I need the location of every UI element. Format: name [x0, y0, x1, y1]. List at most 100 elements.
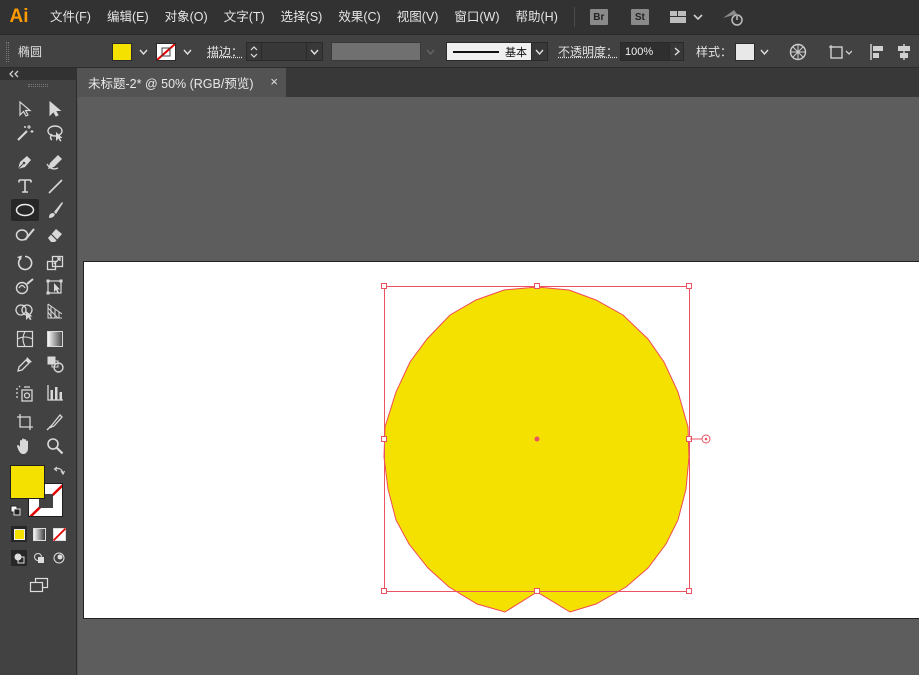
brush-stroke-preview: [453, 50, 499, 53]
shaper-tool[interactable]: [12, 224, 38, 246]
menu-effect[interactable]: 效果(C): [330, 0, 388, 34]
gradient-mode-icon: [32, 527, 46, 541]
selection-tool[interactable]: [12, 98, 38, 120]
canvas[interactable]: [78, 97, 919, 675]
brush-definition-field[interactable]: 基本: [446, 42, 532, 61]
draw-normal-button[interactable]: [11, 550, 27, 566]
document-tab-bar: 未标题-2* @ 50% (RGB/预览) ×: [78, 68, 919, 97]
color-mode-button[interactable]: [11, 526, 27, 542]
document-tab[interactable]: 未标题-2* @ 50% (RGB/预览) ×: [78, 68, 286, 97]
align-center-icon[interactable]: [896, 35, 912, 68]
bridge-button[interactable]: Br: [589, 9, 608, 25]
mesh-tool[interactable]: [12, 328, 38, 350]
graphic-style-swatch[interactable]: [735, 42, 755, 61]
resize-handle-bottom-left[interactable]: [381, 588, 387, 594]
curvature-tool[interactable]: [42, 151, 68, 173]
stroke-weight-stepper-icon[interactable]: [246, 42, 262, 61]
direct-selection-tool[interactable]: [42, 98, 68, 120]
stroke-weight-input[interactable]: [262, 42, 307, 61]
collapse-panel-icon[interactable]: [8, 69, 24, 79]
stock-button[interactable]: St: [630, 9, 649, 25]
rotate-tool[interactable]: [12, 252, 38, 274]
swap-fill-stroke-icon[interactable]: [53, 465, 66, 480]
chevron-down-icon[interactable]: [180, 43, 194, 61]
magic-wand-tool[interactable]: [12, 122, 38, 144]
ellipse-tool[interactable]: [11, 199, 39, 221]
menu-bar: Ai 文件(F) 编辑(E) 对象(O) 文字(T) 选择(S) 效果(C) 视…: [0, 0, 919, 34]
eraser-tool[interactable]: [42, 224, 68, 246]
menu-select[interactable]: 选择(S): [273, 0, 331, 34]
menu-type[interactable]: 文字(T): [216, 0, 273, 34]
hand-tool[interactable]: [12, 435, 38, 457]
column-graph-tool[interactable]: [42, 382, 68, 404]
control-bar: 椭圆 描边： 基本 不透明度： 100% 样式：: [0, 34, 919, 68]
tools-panel-grip[interactable]: [28, 84, 48, 87]
type-tool[interactable]: [12, 175, 38, 197]
slice-tool[interactable]: [42, 411, 68, 433]
scale-tool[interactable]: [42, 252, 68, 274]
stroke-swatch[interactable]: [156, 42, 176, 61]
center-point: [534, 436, 540, 442]
recolor-artwork-icon[interactable]: [789, 35, 807, 68]
blend-tool[interactable]: [42, 353, 68, 375]
resize-handle-top-left[interactable]: [381, 283, 387, 289]
eyedropper-tool[interactable]: [12, 353, 38, 375]
resize-handle-top-right[interactable]: [686, 283, 692, 289]
chevron-down-icon: [423, 43, 437, 61]
chevron-down-icon[interactable]: [307, 42, 323, 61]
menu-help[interactable]: 帮助(H): [508, 0, 566, 34]
perspective-grid-tool[interactable]: [42, 300, 68, 322]
menu-object[interactable]: 对象(O): [157, 0, 216, 34]
menu-view[interactable]: 视图(V): [389, 0, 447, 34]
chevron-down-icon[interactable]: [532, 42, 548, 61]
artboard-tool[interactable]: [12, 411, 38, 433]
paintbrush-tool[interactable]: [42, 199, 68, 221]
menu-edit[interactable]: 编辑(E): [99, 0, 157, 34]
gradient-mode-button[interactable]: [31, 526, 47, 542]
screen-mode-button[interactable]: [28, 576, 50, 594]
tools-panel: [0, 80, 77, 675]
free-transform-tool[interactable]: [42, 276, 68, 298]
gpu-sync-icon[interactable]: [722, 8, 744, 26]
align-left-icon[interactable]: [869, 35, 885, 68]
transform-icon[interactable]: [828, 35, 852, 68]
pen-tool[interactable]: [12, 151, 38, 173]
draw-behind-button[interactable]: [31, 550, 47, 566]
close-icon[interactable]: ×: [270, 74, 278, 89]
menu-window[interactable]: 窗口(W): [446, 0, 507, 34]
brush-style-name: 基本: [505, 46, 527, 59]
tools-panel-header: [0, 68, 77, 80]
resize-handle-bottom-right[interactable]: [686, 588, 692, 594]
opacity-label[interactable]: 不透明度：: [558, 43, 618, 60]
chevron-down-icon[interactable]: [693, 13, 703, 21]
default-fill-stroke-icon[interactable]: [10, 505, 22, 520]
menu-file[interactable]: 文件(F): [42, 0, 99, 34]
shape-builder-tool[interactable]: [12, 300, 38, 322]
variable-width-profile[interactable]: [331, 42, 421, 61]
draw-inside-icon: [53, 552, 65, 564]
draw-normal-icon: [14, 553, 25, 564]
resize-handle-bottom[interactable]: [534, 588, 540, 594]
gradient-tool[interactable]: [42, 328, 68, 350]
chevron-down-icon[interactable]: [136, 43, 150, 61]
opacity-input[interactable]: 100%: [620, 42, 670, 61]
fill-swatch[interactable]: [112, 42, 132, 61]
zoom-tool[interactable]: [42, 435, 68, 457]
workspace-layout-icon[interactable]: [669, 11, 686, 23]
resize-handle-top[interactable]: [534, 283, 540, 289]
yellow-circle[interactable]: [383, 286, 690, 613]
resize-handle-left[interactable]: [381, 436, 387, 442]
none-mode-button[interactable]: [51, 526, 67, 542]
chevron-down-icon[interactable]: [757, 43, 771, 61]
draw-inside-button[interactable]: [51, 550, 67, 566]
chevron-right-icon[interactable]: [670, 42, 684, 61]
warp-tool[interactable]: [12, 276, 38, 298]
control-bar-grip[interactable]: [6, 41, 9, 62]
symbol-sprayer-tool[interactable]: [12, 382, 38, 404]
fill-color-box[interactable]: [10, 465, 45, 499]
stroke-label[interactable]: 描边：: [207, 43, 243, 60]
lasso-tool[interactable]: [42, 122, 68, 144]
none-mode-icon: [52, 527, 66, 541]
line-segment-tool[interactable]: [42, 175, 68, 197]
color-mode-icon: [13, 528, 25, 540]
